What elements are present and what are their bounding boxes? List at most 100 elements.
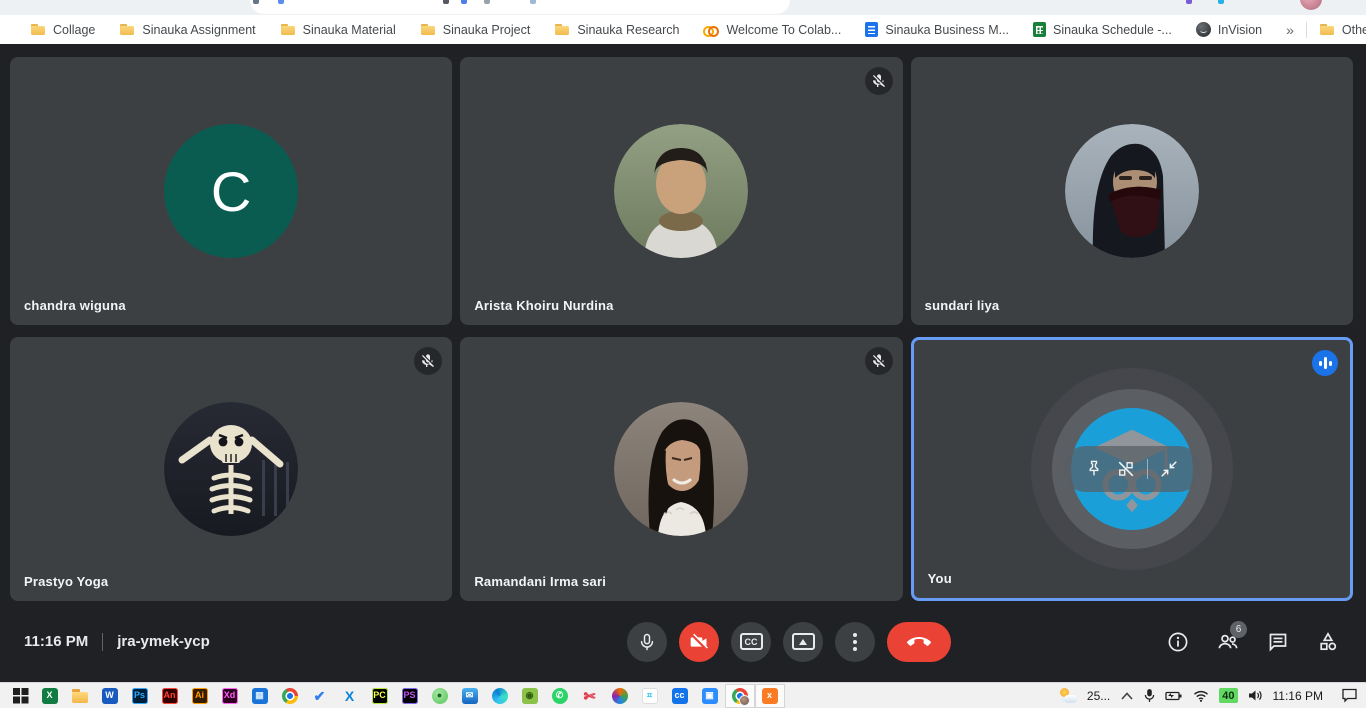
- photoshop-icon[interactable]: Ps: [125, 684, 155, 708]
- xampp-icon[interactable]: x: [755, 684, 785, 708]
- participants-button[interactable]: 6: [1216, 630, 1240, 654]
- check-app-icon[interactable]: ✔: [305, 684, 335, 708]
- action-center-icon[interactable]: [1341, 688, 1358, 703]
- hexagon-app-icon[interactable]: [605, 684, 635, 708]
- word-icon[interactable]: W: [95, 684, 125, 708]
- activities-button[interactable]: [1316, 630, 1340, 654]
- present-button[interactable]: [783, 622, 823, 662]
- video-app-icon: ▣: [702, 688, 718, 704]
- windows-taskbar: XWPsAnAiXd▦✔XPCPS●✉◉✆✄⌗cc▣x 25... 40 11:…: [0, 682, 1366, 708]
- folder-icon: [554, 22, 570, 38]
- participant-tile-chandra[interactable]: C chandra wiguna: [10, 57, 452, 325]
- end-call-button[interactable]: [887, 622, 951, 662]
- participant-tile-arista[interactable]: Arista Khoiru Nurdina: [460, 57, 902, 325]
- letter-avatar: C: [164, 124, 298, 258]
- participant-tile-ramandani[interactable]: Ramandani Irma sari: [460, 337, 902, 601]
- adobe-xd-icon[interactable]: Xd: [215, 684, 245, 708]
- tray-temperature[interactable]: 25...: [1087, 689, 1110, 703]
- visual-studio-icon[interactable]: X: [335, 684, 365, 708]
- info-divider: [102, 633, 103, 651]
- animate-icon: An: [162, 688, 178, 704]
- activities-icon: [1316, 630, 1340, 654]
- pycharm-icon: PC: [372, 688, 388, 704]
- participant-name: Ramandani Irma sari: [474, 574, 606, 589]
- chrome-icon: [282, 688, 298, 704]
- cc-app-icon[interactable]: cc: [665, 684, 695, 708]
- bookmark-item[interactable]: InVision: [1196, 22, 1262, 37]
- bookmark-item[interactable]: Sinauka Research: [554, 22, 679, 38]
- remove-from-grid-icon[interactable]: [1115, 458, 1137, 480]
- excel-icon[interactable]: X: [35, 684, 65, 708]
- bookmark-item[interactable]: Collage: [30, 22, 95, 38]
- participant-photo: [164, 402, 298, 536]
- bookmark-item[interactable]: Sinauka Business M...: [865, 22, 1009, 37]
- chevron-up-icon[interactable]: [1120, 691, 1134, 701]
- design-app-icon[interactable]: ✄: [575, 684, 605, 708]
- battery-icon[interactable]: [1165, 690, 1183, 702]
- video-app-icon[interactable]: ▣: [695, 684, 725, 708]
- bookmark-item[interactable]: Sinauka Project: [420, 22, 531, 38]
- captions-button[interactable]: CC: [731, 622, 771, 662]
- meeting-time: 11:16 PM: [24, 633, 88, 650]
- participant-tile-sundari[interactable]: sundari liya: [911, 57, 1353, 325]
- edge-icon: [492, 688, 508, 704]
- meeting-details-button[interactable]: [1166, 630, 1190, 654]
- mail-icon: ✉: [462, 688, 478, 704]
- minimize-icon[interactable]: [1158, 458, 1180, 480]
- file-explorer-icon[interactable]: [65, 684, 95, 708]
- slack-icon[interactable]: ⌗: [635, 684, 665, 708]
- animate-icon[interactable]: An: [155, 684, 185, 708]
- bookmark-item[interactable]: Sinauka Schedule -...: [1033, 22, 1172, 37]
- wifi-icon[interactable]: [1193, 690, 1209, 702]
- mail-icon[interactable]: ✉: [455, 684, 485, 708]
- start-button[interactable]: [6, 684, 35, 708]
- participant-count-badge: 6: [1230, 621, 1247, 638]
- folder-icon: [280, 22, 296, 38]
- battery-percent-badge[interactable]: 40: [1219, 688, 1237, 703]
- bookmark-item[interactable]: Sinauka Material: [280, 22, 396, 38]
- sheets-icon: [1033, 22, 1046, 37]
- participant-tile-prastyo[interactable]: Prastyo Yoga: [10, 337, 452, 601]
- browser-toolbar-fragment: [278, 0, 284, 4]
- phpstorm-icon[interactable]: PS: [395, 684, 425, 708]
- chrome-icon[interactable]: [275, 684, 305, 708]
- extension-icon-fragment: [1186, 0, 1192, 4]
- speaker-icon[interactable]: [1248, 689, 1263, 702]
- chat-button[interactable]: [1266, 630, 1290, 654]
- video-grid: C chandra wiguna: [0, 44, 1366, 601]
- weather-icon[interactable]: [1059, 688, 1077, 703]
- illustrator-icon: Ai: [192, 688, 208, 704]
- whatsapp-icon[interactable]: ✆: [545, 684, 575, 708]
- android-emulator-icon[interactable]: ●: [425, 684, 455, 708]
- illustrator-icon[interactable]: Ai: [185, 684, 215, 708]
- calendar-icon[interactable]: ▦: [245, 684, 275, 708]
- pin-icon[interactable]: [1083, 458, 1105, 480]
- bookmarks-list: Collage Sinauka Assignment Sinauka Materia…: [30, 22, 1286, 38]
- edge-icon[interactable]: [485, 684, 515, 708]
- bookmarks-overflow-button[interactable]: »: [1286, 22, 1294, 38]
- camera-app-icon[interactable]: ◉: [515, 684, 545, 708]
- design-app-icon: ✄: [582, 688, 598, 704]
- bookmark-label: Sinauka Project: [443, 23, 531, 37]
- bookmark-label: Sinauka Assignment: [142, 23, 255, 37]
- address-bar-fragment: [250, 0, 790, 14]
- browser-toolbar-fragment: [484, 0, 490, 4]
- mic-button[interactable]: [627, 622, 667, 662]
- tray-mic-icon[interactable]: [1144, 688, 1155, 703]
- pycharm-icon[interactable]: PC: [365, 684, 395, 708]
- chrome-profile-icon[interactable]: [725, 684, 755, 708]
- docs-icon: [865, 22, 878, 37]
- other-bookmarks-button[interactable]: Other bookmarks: [1319, 22, 1366, 38]
- tray-clock[interactable]: 11:16 PM: [1273, 689, 1323, 703]
- audio-indicator-icon: [1312, 350, 1338, 376]
- participant-photo: [614, 402, 748, 536]
- browser-toolbar-fragment: [253, 0, 259, 4]
- bookmark-item[interactable]: Welcome To Colab...: [703, 22, 841, 38]
- camera-off-button[interactable]: [679, 622, 719, 662]
- colab-icon: [703, 22, 719, 38]
- bookmark-label: Sinauka Business M...: [885, 23, 1009, 37]
- more-options-button[interactable]: [835, 622, 875, 662]
- bookmark-item[interactable]: Sinauka Assignment: [119, 22, 255, 38]
- calendar-icon: ▦: [252, 688, 268, 704]
- participant-tile-you[interactable]: You: [911, 337, 1353, 601]
